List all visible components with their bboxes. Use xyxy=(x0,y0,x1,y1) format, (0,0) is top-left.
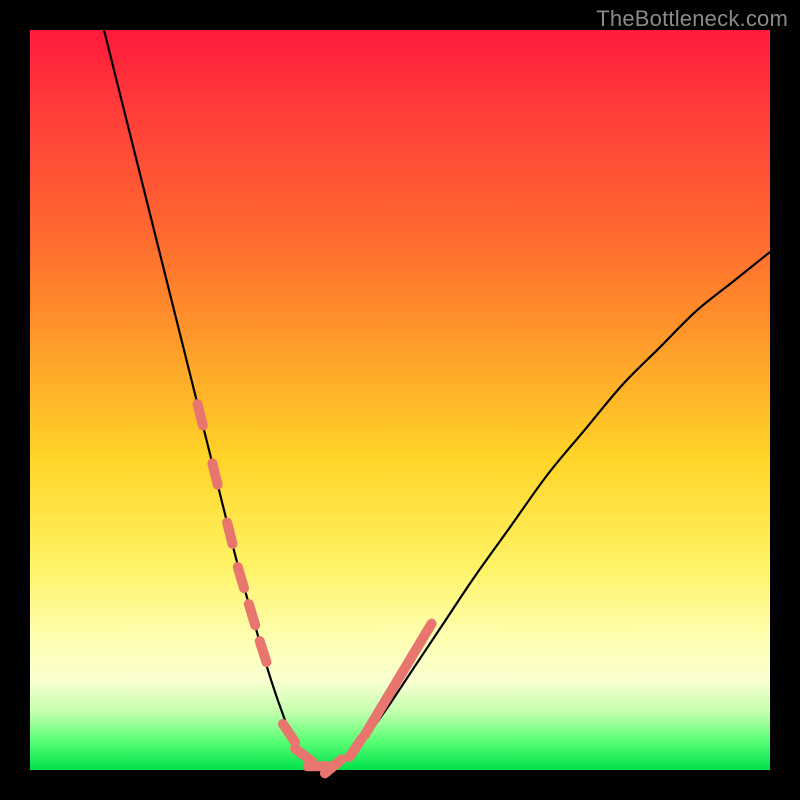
highlight-dash xyxy=(295,749,313,762)
highlight-dash xyxy=(260,641,267,662)
highlight-dash xyxy=(238,567,244,588)
highlight-dash xyxy=(198,404,203,425)
highlight-dash xyxy=(283,724,295,742)
highlight-markers xyxy=(198,404,432,773)
bottleneck-curve xyxy=(104,30,770,770)
chart-frame: TheBottleneck.com xyxy=(0,0,800,800)
highlight-dash xyxy=(227,523,232,544)
plot-area xyxy=(30,30,770,770)
highlight-dash xyxy=(249,604,255,625)
watermark-text: TheBottleneck.com xyxy=(596,6,788,32)
highlight-dash xyxy=(350,739,362,757)
highlight-dash xyxy=(420,624,431,643)
curve-svg xyxy=(30,30,770,770)
highlight-dash xyxy=(212,463,217,484)
